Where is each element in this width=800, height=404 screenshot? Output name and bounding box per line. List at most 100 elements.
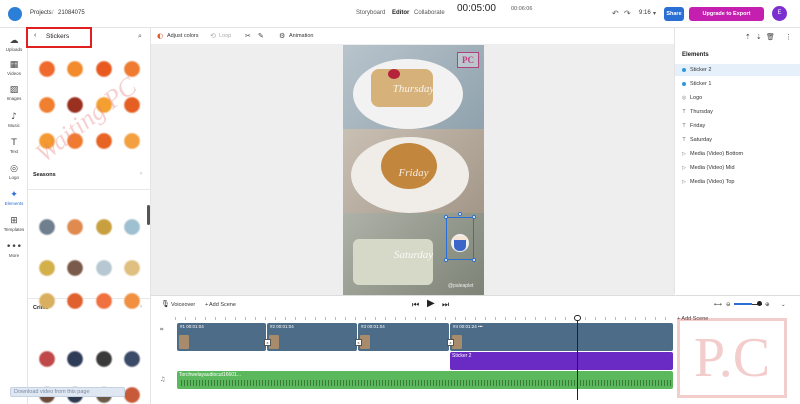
scene-clip-2[interactable]: #2 00:01:04 xyxy=(267,323,357,351)
loop-button[interactable]: Loop xyxy=(219,33,231,39)
scene-mid[interactable]: Friday xyxy=(343,129,484,213)
eyedropper-icon[interactable]: ✎ xyxy=(258,32,264,40)
resize-handle[interactable] xyxy=(472,215,476,219)
element-row[interactable]: T Saturday xyxy=(675,134,800,146)
canvas-text-friday[interactable]: Friday xyxy=(343,167,484,179)
playhead-handle[interactable] xyxy=(574,315,581,321)
tab-storyboard[interactable]: Storyboard xyxy=(356,10,385,16)
resize-handle[interactable] xyxy=(472,258,476,262)
avatar[interactable]: E xyxy=(772,6,787,21)
sticker-thumbnail[interactable] xyxy=(37,257,57,277)
zoom-slider-knob[interactable] xyxy=(757,301,762,306)
rail-item-uploads[interactable]: ☁ Uploads xyxy=(0,36,28,52)
animation-icon[interactable]: ⚙ xyxy=(279,32,285,40)
redo-icon[interactable]: ↷ xyxy=(624,9,631,18)
sticker-thumbnail[interactable] xyxy=(94,348,114,368)
skip-forward-icon[interactable]: ⏭ xyxy=(442,300,449,310)
rail-item-elements[interactable]: ✦ Elements xyxy=(0,190,28,206)
sticker-thumbnail[interactable] xyxy=(122,290,142,310)
zoom-out-icon[interactable]: ⊖ xyxy=(726,302,731,308)
element-row[interactable]: T Thursday xyxy=(675,106,800,118)
breadcrumb-projects[interactable]: Projects xyxy=(30,10,52,16)
sticker-thumbnail[interactable] xyxy=(94,257,114,277)
sticker-thumbnail[interactable] xyxy=(94,130,114,150)
play-icon[interactable]: ▶ xyxy=(427,298,435,309)
sticker-track[interactable] xyxy=(450,352,673,370)
selection-box[interactable] xyxy=(446,217,474,260)
sticker-thumbnail[interactable] xyxy=(65,348,85,368)
rail-item-videos[interactable]: ▦ Videos xyxy=(0,60,28,76)
scissors-icon[interactable]: ✂ xyxy=(245,32,251,40)
share-button[interactable]: Share xyxy=(664,7,684,21)
undo-icon[interactable]: ↶ xyxy=(612,9,619,18)
resize-handle[interactable] xyxy=(444,258,448,262)
scene-clip-3[interactable]: #3 00:01:04 xyxy=(358,323,449,351)
collapse-icon[interactable]: ⌄ xyxy=(781,302,786,308)
rail-item-text[interactable]: T Text xyxy=(0,138,28,154)
sticker-thumbnail[interactable] xyxy=(37,94,57,114)
tab-editor[interactable]: Editor xyxy=(392,10,409,16)
rotate-handle[interactable] xyxy=(458,212,462,216)
timeline-ruler[interactable] xyxy=(175,313,675,321)
sticker-thumbnail[interactable] xyxy=(122,130,142,150)
skip-back-icon[interactable]: ⏮ xyxy=(412,300,419,310)
transition-marker[interactable]: x xyxy=(264,339,271,346)
transition-marker[interactable]: x xyxy=(355,339,362,346)
sticker-thumbnail[interactable] xyxy=(122,216,142,236)
resize-handle[interactable] xyxy=(444,215,448,219)
element-row[interactable]: Sticker 1 xyxy=(675,78,800,90)
element-row[interactable]: ▷ Media (Video) Mid xyxy=(675,162,800,174)
aspect-ratio-select[interactable]: 9:16 xyxy=(639,10,651,16)
element-row[interactable]: ◎ Logo xyxy=(675,92,800,104)
element-row[interactable]: ▷ Media (Video) Top xyxy=(675,176,800,188)
panel-scrollbar[interactable] xyxy=(147,205,150,225)
scene-clip-1[interactable]: #1 00:01:04 xyxy=(177,323,266,351)
canvas-logo[interactable]: PC xyxy=(457,52,479,68)
rail-item-templates[interactable]: ⊞ Templates xyxy=(0,216,28,232)
sticker-thumbnail[interactable] xyxy=(94,58,114,78)
sticker-thumbnail[interactable] xyxy=(65,216,85,236)
sticker-thumbnail[interactable] xyxy=(122,348,142,368)
layer-down-icon[interactable]: ⇣ xyxy=(756,33,762,41)
chevron-down-icon[interactable]: ▾ xyxy=(653,10,656,17)
rail-item-logo[interactable]: ◎ Logo xyxy=(0,164,28,180)
delete-icon[interactable]: 🗑 xyxy=(766,33,775,41)
sticker-thumbnail[interactable] xyxy=(65,257,85,277)
project-id[interactable]: 21084075 xyxy=(58,10,85,16)
sticker-thumbnail[interactable] xyxy=(37,348,57,368)
element-row[interactable]: Sticker 2 xyxy=(675,64,800,76)
rail-item-more[interactable]: ••• More xyxy=(0,242,28,258)
element-row[interactable]: ▷ Media (Video) Bottom xyxy=(675,148,800,160)
adjust-colors-button[interactable]: Adjust colors xyxy=(167,33,199,39)
search-icon[interactable]: ⌕ xyxy=(138,32,142,41)
palette-icon[interactable]: ◐ xyxy=(157,32,163,40)
rail-item-images[interactable]: ▨ Images xyxy=(0,85,28,101)
section-more-seasons[interactable]: › xyxy=(140,171,142,177)
app-logo[interactable] xyxy=(8,7,22,21)
loop-icon[interactable]: ⟲ xyxy=(210,32,216,40)
scene-clip-4[interactable]: #4 00:01:24 ••• xyxy=(450,323,673,351)
rail-item-music[interactable]: ♪ Music xyxy=(0,112,28,128)
upgrade-to-export-button[interactable]: Upgrade to Export xyxy=(689,7,764,21)
sticker-thumbnail[interactable] xyxy=(94,290,114,310)
add-scene-button[interactable]: Add Scene xyxy=(209,302,236,308)
voiceover-button[interactable]: Voiceover xyxy=(171,302,195,308)
more-options-icon[interactable]: ⋮ xyxy=(785,33,792,41)
canvas-text-thursday[interactable]: Thursday xyxy=(343,83,484,95)
playhead[interactable] xyxy=(577,315,578,400)
sticker-thumbnail[interactable] xyxy=(122,384,142,404)
tab-collaborate[interactable]: Collaborate xyxy=(414,10,445,16)
zoom-in-icon[interactable]: ⊕ xyxy=(765,302,770,308)
sticker-thumbnail[interactable] xyxy=(37,58,57,78)
transition-marker[interactable]: x xyxy=(447,339,454,346)
layer-up-icon[interactable]: ⇡ xyxy=(745,33,751,41)
fit-width-icon[interactable]: ⟷ xyxy=(714,302,722,308)
element-row[interactable]: T Friday xyxy=(675,120,800,132)
download-video-bar[interactable]: Download video from this page xyxy=(10,387,125,397)
sticker-thumbnail[interactable] xyxy=(65,58,85,78)
sticker-thumbnail[interactable] xyxy=(94,216,114,236)
sticker-thumbnail[interactable] xyxy=(37,216,57,236)
sticker-thumbnail[interactable] xyxy=(37,290,57,310)
sticker-thumbnail[interactable] xyxy=(122,257,142,277)
voiceover-icon[interactable]: 🎙 xyxy=(161,300,170,308)
